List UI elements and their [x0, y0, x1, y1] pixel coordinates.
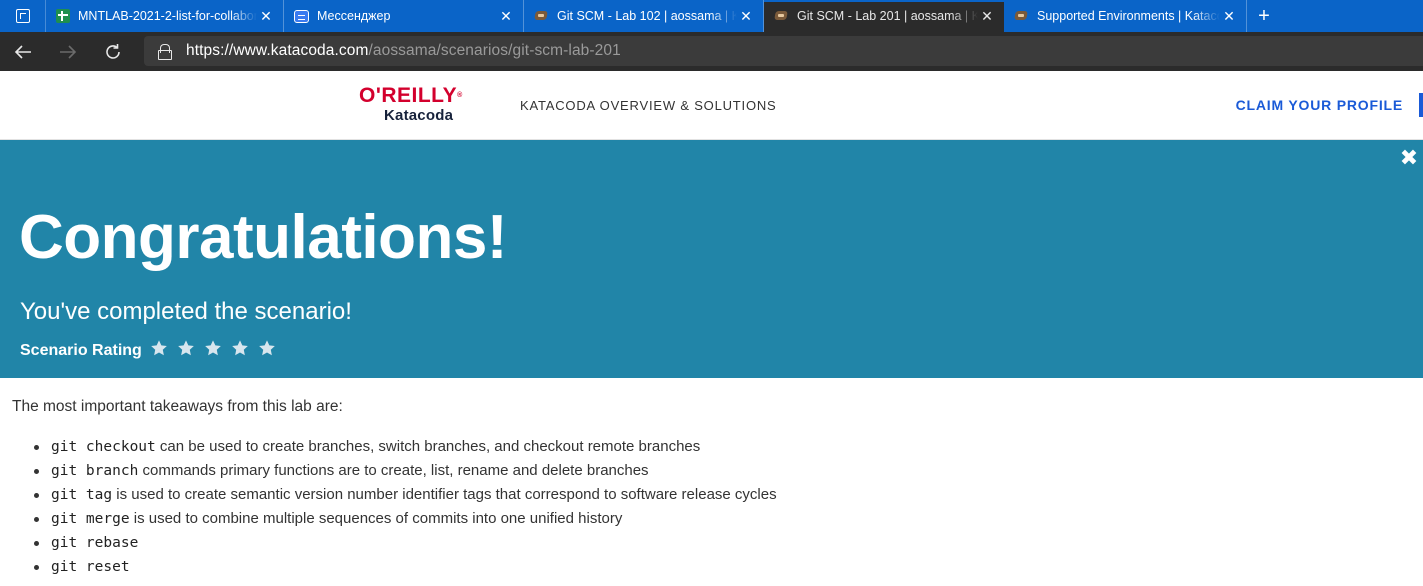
- takeaway-text: is used to create semantic version numbe…: [112, 486, 777, 503]
- browser-tab-supported-environments[interactable]: Supported Environments | Katacoda ✕: [1004, 0, 1247, 32]
- sheets-icon: [56, 9, 70, 23]
- tab-close-icon[interactable]: ✕: [1220, 7, 1238, 25]
- takeaway-item: git branch commands primary functions ar…: [12, 459, 1412, 483]
- star-icon[interactable]: [150, 339, 168, 357]
- bullet-icon: [34, 493, 39, 498]
- claim-profile-edge: [1419, 93, 1423, 117]
- takeaway-text: commands primary functions are to create…: [138, 462, 649, 479]
- arrow-left-icon: [14, 44, 31, 59]
- arrow-right-icon: [59, 44, 76, 59]
- takeaway-command: git rebase: [51, 535, 139, 551]
- star-icon[interactable]: [231, 339, 249, 357]
- logo-top: O'REILLY: [359, 84, 458, 107]
- tab-actions-icon: [15, 9, 30, 23]
- oreilly-katacoda-logo[interactable]: O'REILLY® Katacoda: [359, 85, 471, 127]
- messenger-icon: [294, 9, 309, 23]
- katacoda-icon: [1014, 10, 1029, 22]
- bullet-icon: [34, 565, 39, 570]
- browser-tab-lab-102[interactable]: Git SCM - Lab 102 | aossama | Katacoda ✕: [524, 0, 764, 32]
- star-icon[interactable]: [258, 339, 276, 357]
- site-header: O'REILLY® Katacoda KATACODA OVERVIEW & S…: [0, 71, 1423, 140]
- forward-button[interactable]: [45, 32, 90, 71]
- tab-close-icon[interactable]: ✕: [737, 7, 755, 25]
- takeaway-item: git tag is used to create semantic versi…: [12, 483, 1412, 507]
- back-button[interactable]: [0, 32, 45, 71]
- url-host: katacoda.com: [270, 42, 369, 59]
- browser-tab-sheets[interactable]: MNTLAB-2021-2-list-for-collabora ✕: [46, 0, 284, 32]
- bullet-icon: [34, 541, 39, 546]
- tab-title: MNTLAB-2021-2-list-for-collabora: [78, 9, 257, 23]
- refresh-icon: [105, 43, 120, 59]
- lock-icon[interactable]: [158, 44, 172, 60]
- address-bar[interactable]: https://www.katacoda.com/aossama/scenari…: [144, 36, 1423, 66]
- tab-close-icon[interactable]: ✕: [257, 7, 275, 25]
- browser-tab-strip: MNTLAB-2021-2-list-for-collabora ✕ Мессе…: [0, 0, 1423, 32]
- takeaway-item: git merge is used to combine multiple se…: [12, 507, 1412, 531]
- star-icon[interactable]: [204, 339, 222, 357]
- rating-stars: [150, 339, 285, 362]
- claim-profile-link[interactable]: CLAIM YOUR PROFILE: [1236, 97, 1403, 113]
- plus-icon: +: [1258, 4, 1270, 27]
- logo-oreilly-text: O'REILLY®: [359, 84, 463, 107]
- bullet-icon: [34, 469, 39, 474]
- browser-tab-lab-201[interactable]: Git SCM - Lab 201 | aossama | Katacoda ✕: [764, 0, 1004, 32]
- katacoda-icon: [534, 10, 549, 22]
- takeaway-command: git checkout: [51, 439, 156, 455]
- logo-katacoda-text: Katacoda: [384, 107, 454, 124]
- takeaway-command: git merge: [51, 511, 130, 527]
- scenario-rating: Scenario Rating: [20, 339, 285, 362]
- takeaway-item: git reset: [12, 555, 1412, 579]
- takeaway-item: git rebase: [12, 531, 1412, 555]
- bullet-icon: [34, 445, 39, 450]
- takeaway-command: git tag: [51, 487, 113, 503]
- hero-subtitle: You've completed the scenario!: [20, 298, 352, 325]
- takeaway-text: can be used to create branches, switch b…: [155, 438, 701, 455]
- tab-title: Supported Environments | Katacoda: [1037, 9, 1220, 23]
- takeaways-list: git checkout can be used to create branc…: [12, 435, 1412, 579]
- star-icon[interactable]: [177, 339, 195, 357]
- close-icon[interactable]: ✖: [1399, 147, 1419, 169]
- katacoda-icon: [774, 10, 789, 22]
- scenario-summary: The most important takeaways from this l…: [12, 395, 1412, 579]
- takeaway-item: git checkout can be used to create branc…: [12, 435, 1412, 459]
- tab-close-icon[interactable]: ✕: [497, 7, 515, 25]
- new-tab-button[interactable]: +: [1247, 0, 1281, 32]
- tab-title: Git SCM - Lab 201 | aossama | Katacoda: [797, 9, 978, 23]
- tab-title: Git SCM - Lab 102 | aossama | Katacoda: [557, 9, 737, 23]
- takeaway-command: git branch: [51, 463, 139, 479]
- bullet-icon: [34, 517, 39, 522]
- nav-link-overview[interactable]: KATACODA OVERVIEW & SOLUTIONS: [520, 98, 777, 113]
- rating-label: Scenario Rating: [20, 341, 142, 359]
- takeaway-text: is used to combine multiple sequences of…: [129, 510, 623, 527]
- congratulations-banner: ✖ Congratulations! You've completed the …: [0, 140, 1423, 378]
- hero-title: Congratulations!: [19, 203, 507, 272]
- takeaways-intro: The most important takeaways from this l…: [12, 398, 343, 415]
- refresh-button[interactable]: [90, 32, 135, 71]
- tab-close-icon[interactable]: ✕: [978, 7, 996, 25]
- browser-tab-messenger[interactable]: Мессенджер ✕: [284, 0, 524, 32]
- tab-actions-button[interactable]: [0, 0, 46, 32]
- url-path: /aossama/scenarios/git-scm-lab-201: [368, 42, 621, 59]
- tab-title: Мессенджер: [317, 9, 391, 23]
- browser-toolbar: https://www.katacoda.com/aossama/scenari…: [0, 32, 1423, 71]
- takeaway-command: git reset: [51, 559, 130, 575]
- url-text: https://www.katacoda.com/aossama/scenari…: [186, 42, 621, 60]
- url-prefix: https://www.: [186, 42, 271, 59]
